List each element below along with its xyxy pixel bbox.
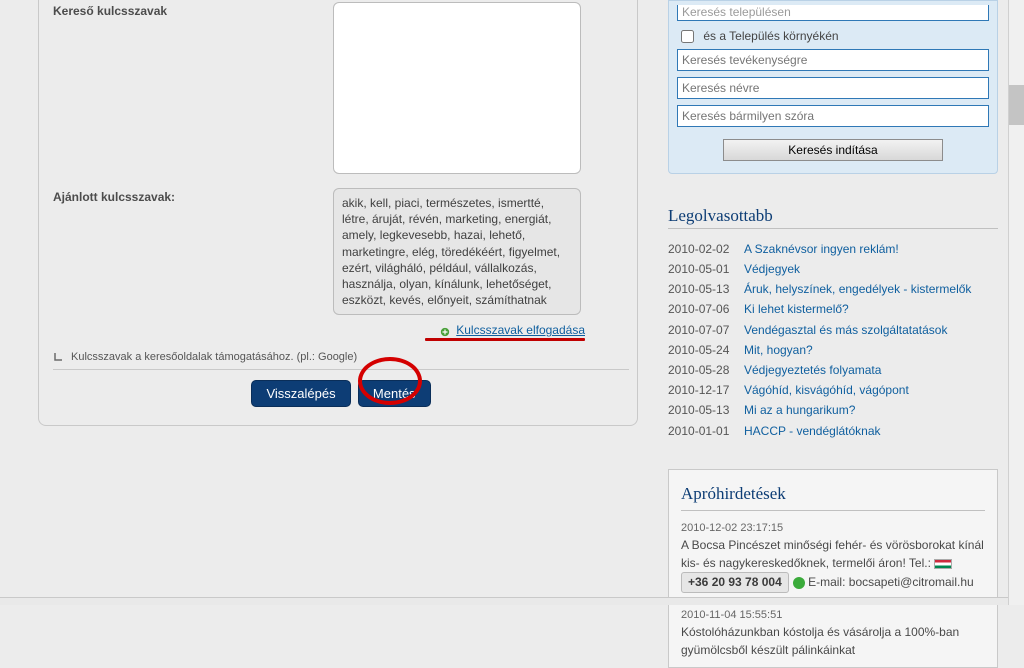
popular-item-date: 2010-05-13 — [668, 281, 744, 297]
popular-item-link[interactable]: Mit, hogyan? — [744, 342, 813, 358]
ad-text: Kóstolóházunkban kóstolja és vásárolja a… — [681, 624, 985, 659]
ad-date: 2010-11-04 15:55:51 — [681, 608, 985, 624]
popular-list: 2010-02-02A Szaknévsor ingyen reklám!201… — [668, 239, 998, 441]
popular-list-item: 2010-07-07Vendégasztal és más szolgáltat… — [668, 320, 998, 340]
ad-text: A Bocsa Pincészet minőségi fehér- és vör… — [681, 537, 985, 593]
classifieds-title: Apróhirdetések — [681, 482, 985, 507]
surroundings-checkbox-row: és a Település környékén — [677, 27, 989, 49]
keyword-label: Kereső kulcsszavak — [53, 2, 333, 18]
popular-item-link[interactable]: Vágóhíd, kisvágóhíd, vágópont — [744, 382, 909, 398]
surroundings-label: és a Település környékén — [703, 29, 838, 43]
popular-list-item: 2010-01-01HACCP - vendéglátóknak — [668, 421, 998, 441]
popular-item-link[interactable]: Vendégasztal és más szolgáltatatások — [744, 322, 947, 338]
title-underline — [668, 228, 998, 229]
popular-list-item: 2010-12-17Vágóhíd, kisvágóhíd, vágópont — [668, 380, 998, 400]
classified-ad: 2010-11-04 15:55:51Kóstolóházunkban kóst… — [681, 608, 985, 659]
save-button[interactable]: Mentés — [358, 380, 431, 407]
keywords-form-panel: Kereső kulcsszavak Ajánlott kulcsszavak:… — [38, 0, 638, 426]
classifieds-card: Apróhirdetések 2010-12-02 23:17:15A Bocs… — [668, 469, 998, 668]
popular-item-link[interactable]: Mi az a hungarikum? — [744, 402, 855, 418]
bottom-strip — [0, 597, 1008, 605]
accept-keywords-row: Kulcsszavak elfogadása — [53, 317, 629, 339]
search-name-input[interactable] — [677, 77, 989, 99]
popular-list-item: 2010-05-01Védjegyek — [668, 259, 998, 279]
suggested-label: Ajánlott kulcsszavak: — [53, 188, 333, 204]
popular-item-date: 2010-05-28 — [668, 362, 744, 378]
popular-item-link[interactable]: Áruk, helyszínek, engedélyek - kistermel… — [744, 281, 971, 297]
popular-item-link[interactable]: A Szaknévsor ingyen reklám! — [744, 241, 899, 257]
popular-item-date: 2010-05-13 — [668, 402, 744, 418]
popular-item-link[interactable]: Védjegyek — [744, 261, 800, 277]
popular-item-link[interactable]: HACCP - vendéglátóknak — [744, 423, 881, 439]
info-corner-icon — [53, 351, 65, 363]
surroundings-checkbox[interactable] — [681, 30, 694, 43]
keywords-textarea[interactable] — [333, 2, 581, 174]
popular-item-date: 2010-02-02 — [668, 241, 744, 257]
popular-item-date: 2010-07-06 — [668, 301, 744, 317]
back-button[interactable]: Visszalépés — [251, 380, 350, 407]
popular-item-date: 2010-01-01 — [668, 423, 744, 439]
ad-phone: +36 20 93 78 004 — [681, 572, 789, 593]
hint-row: Kulcsszavak a keresőoldalak támogatásáho… — [53, 341, 629, 370]
form-buttons-row: Visszalépés Mentés — [53, 380, 629, 407]
popular-list-item: 2010-05-13Áruk, helyszínek, engedélyek -… — [668, 279, 998, 299]
scrollbar-thumb[interactable] — [1009, 85, 1024, 125]
popular-section-title: Legolvasottabb — [668, 206, 998, 226]
hungary-flag-icon — [934, 559, 952, 569]
classified-ad: 2010-12-02 23:17:15A Bocsa Pincészet min… — [681, 521, 985, 593]
popular-item-date: 2010-05-24 — [668, 342, 744, 358]
popular-list-item: 2010-05-28Védjegyeztetés folyamata — [668, 360, 998, 380]
popular-list-item: 2010-07-06Ki lehet kistermelő? — [668, 299, 998, 319]
popular-list-item: 2010-05-24Mit, hogyan? — [668, 340, 998, 360]
popular-list-item: 2010-05-13Mi az a hungarikum? — [668, 400, 998, 420]
phone-icon — [793, 577, 805, 589]
suggested-row: Ajánlott kulcsszavak: akik, kell, piaci,… — [53, 186, 629, 317]
add-icon — [439, 326, 451, 336]
hint-text: Kulcsszavak a keresőoldalak támogatásáho… — [71, 351, 357, 363]
search-submit-button[interactable]: Keresés indítása — [723, 139, 943, 161]
popular-item-date: 2010-12-17 — [668, 382, 744, 398]
accept-keywords-link[interactable]: Kulcsszavak elfogadása — [456, 323, 585, 337]
suggested-keywords-box: akik, kell, piaci, természetes, ismertté… — [333, 188, 581, 315]
popular-item-link[interactable]: Védjegyeztetés folyamata — [744, 362, 881, 378]
popular-item-date: 2010-07-07 — [668, 322, 744, 338]
popular-item-link[interactable]: Ki lehet kistermelő? — [744, 301, 849, 317]
title-underline-ads — [681, 510, 985, 511]
ad-date: 2010-12-02 23:17:15 — [681, 521, 985, 537]
popular-list-item: 2010-02-02A Szaknévsor ingyen reklám! — [668, 239, 998, 259]
right-column: és a Település környékén Keresés indítás… — [668, 0, 998, 668]
popular-item-date: 2010-05-01 — [668, 261, 744, 277]
search-anyword-input[interactable] — [677, 105, 989, 127]
search-card: és a Település környékén Keresés indítás… — [668, 0, 998, 174]
search-location-input-cut — [677, 5, 989, 21]
keyword-field-row: Kereső kulcsszavak — [53, 0, 629, 176]
browser-scrollbar[interactable] — [1008, 0, 1024, 605]
search-activity-input[interactable] — [677, 49, 989, 71]
